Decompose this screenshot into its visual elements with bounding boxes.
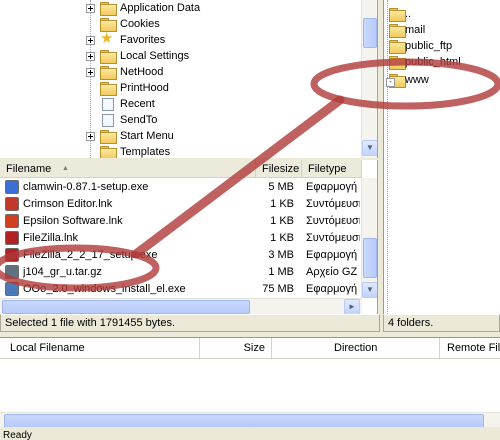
red-annotation-overlay xyxy=(0,58,500,292)
annotation-arrow-line xyxy=(131,95,345,259)
